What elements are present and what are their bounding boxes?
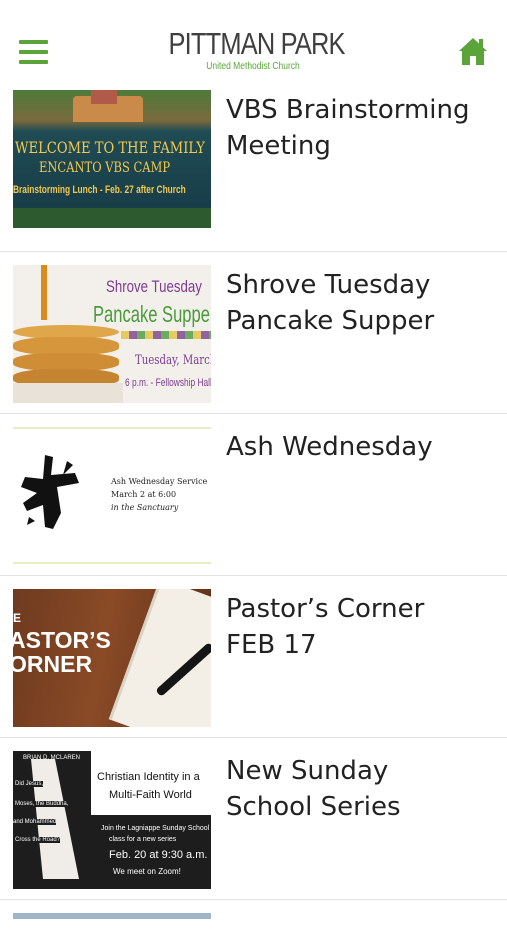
home-icon[interactable] xyxy=(458,36,488,66)
ss-thumb-line5: Christian Identity in a xyxy=(97,771,200,783)
ss-thumb-line4: Cross the Road? xyxy=(15,837,61,843)
item-title: VBS Brainstorming Meeting xyxy=(226,95,470,161)
ss-thumb-line8: class for a new series xyxy=(109,836,177,843)
app-header: PITTMAN PARK United Methodist Church xyxy=(0,0,507,90)
logo-subtitle: United Methodist Church xyxy=(206,61,300,72)
item-title: New Sunday School Series xyxy=(226,756,401,822)
vbs-thumb-line3: Brainstorming Lunch - Feb. 27 after Chur… xyxy=(13,184,186,196)
ss-thumb-line3: and Mohammed xyxy=(13,819,57,825)
event-list: WELCOME TO THE FAMILY ENCANTO VBS CAMP B… xyxy=(0,90,507,940)
pancake-thumb-line3: Tuesday, March xyxy=(135,353,211,368)
ash-cross-icon xyxy=(21,455,79,529)
church-logo[interactable]: PITTMAN PARK United Methodist Church xyxy=(150,26,356,73)
item-title: Shrove Tuesday Pancake Supper xyxy=(226,270,435,336)
list-item-vbs-brainstorming[interactable]: WELCOME TO THE FAMILY ENCANTO VBS CAMP B… xyxy=(0,90,507,252)
list-item-shrove-tuesday[interactable]: Shrove Tuesday Pancake Supper Tuesday, M… xyxy=(0,252,507,414)
ss-thumb-line2: Moses, the Buddha, xyxy=(15,801,69,807)
ss-thumb-line10: We meet on Zoom! xyxy=(113,867,181,876)
list-item-new-sunday-school[interactable]: BRIAN D. MCLAREN Did Jesus, Moses, the B… xyxy=(0,738,507,900)
vbs-thumb-line1: WELCOME TO THE FAMILY xyxy=(15,138,205,157)
pastors-corner-thumbnail: E ASTOR’S ORNER xyxy=(13,589,211,727)
logo-title: PITTMAN PARK xyxy=(168,26,346,61)
pancake-thumb-line2: Pancake Supper xyxy=(93,301,211,327)
vbs-thumbnail: WELCOME TO THE FAMILY ENCANTO VBS CAMP B… xyxy=(13,90,211,228)
pancake-thumb-line4: 6 p.m. - Fellowship Hall xyxy=(125,377,211,389)
item-title: Pastor’s Corner FEB 17 xyxy=(226,594,425,660)
pastors-thumb-line2: ASTOR’S xyxy=(13,627,111,653)
list-item-partial[interactable] xyxy=(0,900,507,940)
ss-thumb-line9: Feb. 20 at 9:30 a.m. xyxy=(109,849,208,861)
partial-thumbnail xyxy=(13,913,211,919)
vbs-thumb-line2: ENCANTO VBS CAMP xyxy=(39,160,171,176)
list-item-ash-wednesday[interactable]: Ash Wednesday Service March 2 at 6:00 in… xyxy=(0,414,507,576)
list-item-pastors-corner[interactable]: E ASTOR’S ORNER Pastor’s Corner FEB 17 xyxy=(0,576,507,738)
ash-wednesday-thumbnail: Ash Wednesday Service March 2 at 6:00 in… xyxy=(13,427,211,565)
hamburger-menu-icon[interactable] xyxy=(19,40,48,64)
ash-thumb-line1: Ash Wednesday Service xyxy=(111,477,208,486)
ash-thumb-line2: March 2 at 6:00 xyxy=(111,490,177,499)
ash-thumb-line3: in the Sanctuary xyxy=(111,503,179,512)
ss-thumb-line1: Did Jesus, xyxy=(15,781,44,787)
pastors-thumb-line3: ORNER xyxy=(13,651,93,677)
sunday-school-thumbnail: BRIAN D. MCLAREN Did Jesus, Moses, the B… xyxy=(13,751,211,889)
pastors-thumb-line1: E xyxy=(13,611,22,625)
item-title: Ash Wednesday xyxy=(226,432,433,462)
pancake-thumbnail: Shrove Tuesday Pancake Supper Tuesday, M… xyxy=(13,265,211,403)
pancake-thumb-line1: Shrove Tuesday xyxy=(106,277,202,296)
ss-thumb-line7: Join the Lagniappe Sunday School xyxy=(101,825,210,832)
ss-thumb-line6: Multi-Faith World xyxy=(109,789,192,801)
ss-thumb-author: BRIAN D. MCLAREN xyxy=(23,755,81,761)
